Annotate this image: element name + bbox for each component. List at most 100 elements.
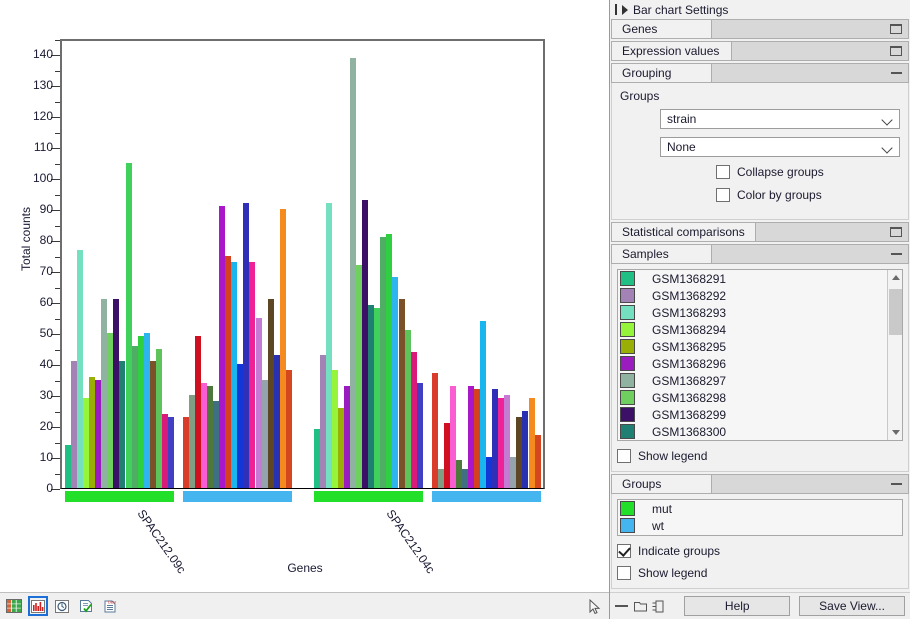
sample-color-swatch[interactable] xyxy=(620,271,635,286)
sample-label: GSM1368293 xyxy=(652,306,726,320)
section-statistical-comparisons-label: Statistical comparisons xyxy=(612,223,756,241)
grouping-primary-select[interactable]: strain xyxy=(660,109,900,129)
sample-color-swatch[interactable] xyxy=(620,288,635,303)
indicate-groups-checkbox[interactable] xyxy=(617,544,631,558)
group-label: mut xyxy=(652,502,672,516)
samples-list[interactable]: GSM1368291 GSM1368292 GSM1368293 GSM1368294… xyxy=(617,269,903,441)
sample-label: GSM1368298 xyxy=(652,391,726,405)
y-axis-tick-label: 20 xyxy=(8,419,53,433)
section-groups-label: Groups xyxy=(612,475,712,493)
sample-color-swatch[interactable] xyxy=(620,373,635,388)
settings-panel: Bar chart Settings Genes Expression valu… xyxy=(610,0,910,619)
list-item[interactable]: mut xyxy=(618,500,902,517)
group-color-swatch[interactable] xyxy=(620,518,635,533)
report-check-icon[interactable] xyxy=(76,596,96,616)
color-by-groups-row[interactable]: Color by groups xyxy=(716,188,900,202)
sample-color-swatch[interactable] xyxy=(620,390,635,405)
chart-bar[interactable] xyxy=(168,417,174,488)
section-statistical-comparisons-header[interactable]: Statistical comparisons xyxy=(611,222,909,242)
list-item[interactable]: GSM1368299 xyxy=(618,406,902,423)
folder-icon[interactable] xyxy=(890,46,902,56)
list-item[interactable]: wt xyxy=(618,517,902,534)
table-view-icon[interactable] xyxy=(4,596,24,616)
section-expression-values-header[interactable]: Expression values xyxy=(611,41,909,61)
list-item[interactable]: GSM1368291 xyxy=(618,270,902,287)
collapse-groups-checkbox[interactable] xyxy=(716,165,730,179)
list-item[interactable]: GSM1368296 xyxy=(618,355,902,372)
chart-bar[interactable] xyxy=(535,435,541,488)
color-by-groups-checkbox[interactable] xyxy=(716,188,730,202)
sample-label: GSM1368294 xyxy=(652,323,726,337)
sample-color-swatch[interactable] xyxy=(620,407,635,422)
minus-icon[interactable] xyxy=(891,253,902,255)
groups-list[interactable]: mutwt xyxy=(617,499,903,536)
y-axis-tick-label: 120 xyxy=(8,109,53,123)
samples-scrollbar[interactable] xyxy=(887,270,902,440)
sample-color-swatch[interactable] xyxy=(620,356,635,371)
scroll-up-icon[interactable] xyxy=(888,270,903,285)
sample-color-swatch[interactable] xyxy=(620,322,635,337)
samples-show-legend-label: Show legend xyxy=(638,449,707,463)
group-color-swatch[interactable] xyxy=(620,501,635,516)
folder-icon[interactable] xyxy=(890,227,902,237)
section-expression-values: Expression values xyxy=(611,41,909,61)
color-by-groups-label: Color by groups xyxy=(737,188,822,202)
section-genes: Genes xyxy=(611,19,909,39)
bar-chart-view-icon[interactable] xyxy=(28,596,48,616)
grouping-primary-value: strain xyxy=(667,112,696,126)
section-grouping: Grouping Groups strain None Collapse gro… xyxy=(611,63,909,220)
mouse-cursor-icon xyxy=(589,599,601,615)
y-axis-labels: 0102030405060708090100110120130140 xyxy=(0,0,60,619)
section-grouping-header[interactable]: Grouping xyxy=(611,63,909,83)
y-axis-tick-label: 110 xyxy=(8,140,53,154)
section-groups-header[interactable]: Groups xyxy=(611,474,909,494)
sample-color-swatch[interactable] xyxy=(620,339,635,354)
list-item[interactable]: GSM1368295 xyxy=(618,338,902,355)
collapse-groups-label: Collapse groups xyxy=(737,165,824,179)
collapse-groups-row[interactable]: Collapse groups xyxy=(716,165,900,179)
list-item[interactable]: GSM1368293 xyxy=(618,304,902,321)
list-item[interactable]: GSM1368292 xyxy=(618,287,902,304)
save-view-button[interactable]: Save View... xyxy=(799,596,905,616)
section-grouping-label: Grouping xyxy=(612,64,712,82)
sample-color-swatch[interactable] xyxy=(620,305,635,320)
list-item[interactable]: GSM1368297 xyxy=(618,372,902,389)
chart-view-toolbar: DEV xyxy=(0,592,609,619)
collapse-all-icon[interactable] xyxy=(615,599,628,613)
restore-layout-icon[interactable] xyxy=(652,599,665,613)
scrollbar-thumb[interactable] xyxy=(889,289,902,335)
minus-icon[interactable] xyxy=(891,72,902,74)
text-report-icon[interactable]: DEV xyxy=(100,596,120,616)
samples-show-legend-row[interactable]: Show legend xyxy=(617,449,903,463)
section-genes-header[interactable]: Genes xyxy=(611,19,909,39)
chart-bar[interactable] xyxy=(417,383,423,488)
indicate-groups-row[interactable]: Indicate groups xyxy=(617,544,903,558)
list-item[interactable]: GSM1368300 xyxy=(618,423,902,440)
plot-area[interactable] xyxy=(60,39,545,489)
sample-label: GSM1368292 xyxy=(652,289,726,303)
minus-icon[interactable] xyxy=(891,483,902,485)
groups-show-legend-checkbox[interactable] xyxy=(617,566,631,580)
section-genes-label: Genes xyxy=(612,20,712,38)
folder-icon[interactable] xyxy=(890,24,902,34)
volcano-plot-icon[interactable] xyxy=(52,596,72,616)
groups-show-legend-row[interactable]: Show legend xyxy=(617,566,903,580)
expand-arrow-icon[interactable] xyxy=(622,5,628,15)
chart-pane: 0102030405060708090100110120130140 Total… xyxy=(0,0,610,619)
indicate-groups-label: Indicate groups xyxy=(638,544,720,558)
list-item[interactable]: GSM1368294 xyxy=(618,321,902,338)
section-samples-header[interactable]: Samples xyxy=(611,244,909,264)
scroll-down-icon[interactable] xyxy=(888,425,903,440)
sample-color-swatch[interactable] xyxy=(620,424,635,439)
sample-label: GSM1368300 xyxy=(652,425,726,439)
panel-title: Bar chart Settings xyxy=(633,3,728,17)
svg-text:DEV: DEV xyxy=(108,600,117,605)
folder-icon[interactable] xyxy=(633,599,646,613)
samples-show-legend-checkbox[interactable] xyxy=(617,449,631,463)
chart-bar[interactable] xyxy=(286,370,292,488)
help-button[interactable]: Help xyxy=(684,596,790,616)
grouping-secondary-select[interactable]: None xyxy=(660,137,900,157)
list-item[interactable]: GSM1368298 xyxy=(618,389,902,406)
group-indicator-mut xyxy=(314,491,423,502)
x-axis-title: Genes xyxy=(0,561,610,575)
